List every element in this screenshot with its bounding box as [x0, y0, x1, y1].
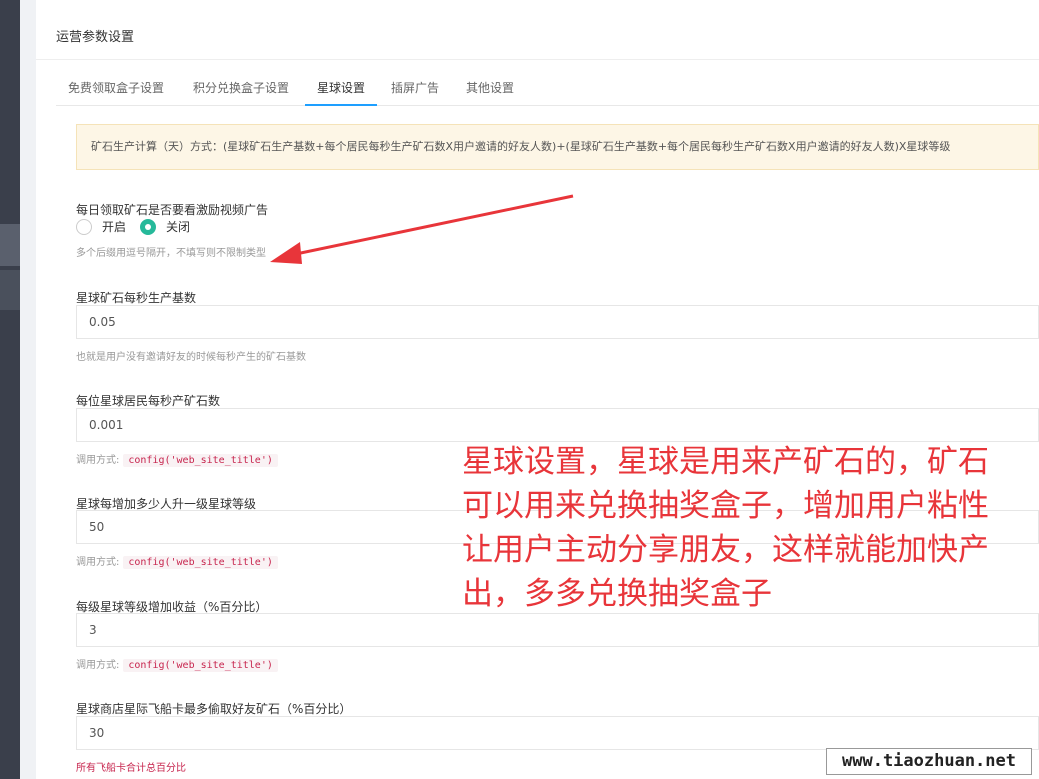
annotation-line: 让用户主动分享朋友，这样就能加快产	[462, 532, 989, 568]
annotation-arrow-icon	[270, 194, 574, 264]
watermark: www.tiaozhuan.net	[826, 748, 1032, 775]
arrow-head	[270, 242, 302, 264]
annotation-text: 星球设置，星球是用来产矿石的，矿石 可以用来兑换抽奖盒子，增加用户粘性 让用户主…	[462, 440, 1034, 616]
arrow-shaft	[295, 194, 574, 256]
annotation-line: 星球设置，星球是用来产矿石的，矿石	[462, 444, 989, 480]
annotation-line: 可以用来兑换抽奖盒子，增加用户粘性	[462, 488, 989, 524]
annotation-line: 出，多多兑换抽奖盒子	[462, 576, 772, 612]
